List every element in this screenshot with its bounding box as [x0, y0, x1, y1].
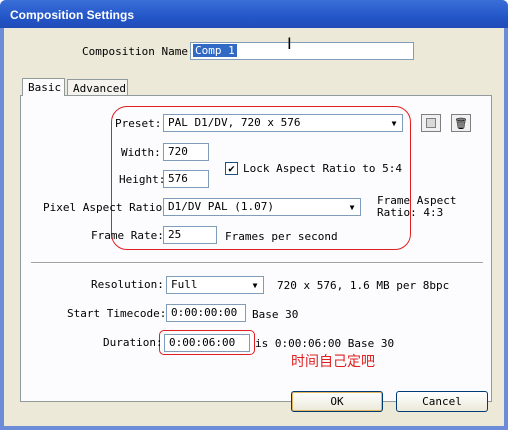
comp-name-input[interactable]: Comp 1 [190, 42, 414, 60]
chevron-down-icon: ▼ [344, 199, 360, 215]
resolution-info: 720 x 576, 1.6 MB per 8bpc [277, 279, 450, 292]
height-label: Height: [119, 173, 166, 186]
frame-rate-input[interactable]: 25 [163, 226, 217, 244]
preset-select[interactable]: PAL D1/DV, 720 x 576 ▼ [163, 114, 403, 132]
height-value: 576 [168, 172, 188, 185]
dialog-body: Composition Name: Comp 1 I Basic Advance… [4, 28, 504, 426]
preset-label: Preset: [115, 117, 162, 130]
tab-basic[interactable]: Basic [22, 78, 65, 96]
title-bar[interactable]: Composition Settings [0, 0, 508, 28]
start-timecode-base: Base 30 [252, 308, 299, 321]
lock-aspect-checkbox[interactable]: ✔ [225, 162, 238, 175]
frame-rate-label: Frame Rate: [91, 229, 164, 242]
preset-value: PAL D1/DV, 720 x 576 [168, 116, 301, 129]
chevron-down-icon: ▼ [386, 115, 402, 131]
trash-icon: 🗑 [454, 116, 468, 130]
duration-info: is 0:00:06:00 Base 30 [255, 337, 395, 350]
dialog-window: Composition Settings Composition Name: C… [0, 0, 508, 430]
resolution-label: Resolution: [91, 278, 164, 291]
pixel-aspect-label: Pixel Aspect Ratio: [43, 201, 169, 214]
height-input[interactable]: 576 [163, 170, 209, 188]
text-cursor-icon: I [287, 34, 292, 53]
ok-button-label: OK [330, 395, 344, 408]
disk-icon [426, 118, 436, 128]
checkmark-icon: ✔ [228, 162, 235, 175]
tab-advanced-label: Advanced [73, 82, 126, 95]
frame-aspect-line2: Ratio: 4:3 [377, 206, 444, 219]
basic-tab-panel: Preset: PAL D1/DV, 720 x 576 ▼ 🗑 Width: … [20, 95, 492, 402]
start-timecode-label: Start Timecode: [67, 307, 167, 320]
lock-aspect-label: Lock Aspect Ratio to 5:4 [243, 162, 402, 175]
duration-label: Duration: [103, 336, 163, 349]
duration-input[interactable]: 0:00:06:00 [164, 334, 250, 352]
cancel-button-label: Cancel [422, 395, 462, 408]
width-label: Width: [121, 146, 161, 159]
comp-name-value: Comp 1 [193, 44, 237, 57]
resolution-select[interactable]: Full ▼ [166, 276, 264, 294]
start-timecode-value: 0:00:00:00 [171, 306, 238, 319]
section-divider [31, 262, 483, 264]
tab-basic-label: Basic [28, 81, 62, 94]
pixel-aspect-select[interactable]: D1/DV PAL (1.07) ▼ [163, 198, 361, 216]
save-preset-button[interactable] [421, 114, 441, 132]
chevron-down-icon: ▼ [247, 277, 263, 293]
resolution-value: Full [171, 278, 198, 291]
pixel-aspect-value: D1/DV PAL (1.07) [168, 200, 274, 213]
ok-button[interactable]: OK [291, 391, 383, 412]
duration-value: 0:00:06:00 [169, 336, 236, 349]
frame-rate-value: 25 [168, 228, 182, 241]
cancel-button[interactable]: Cancel [396, 391, 488, 412]
comp-name-label: Composition Name: [82, 45, 195, 58]
width-input[interactable]: 720 [163, 143, 209, 161]
width-value: 720 [168, 145, 188, 158]
start-timecode-input[interactable]: 0:00:00:00 [166, 304, 246, 322]
annotation-text: 时间自己定吧 [291, 354, 375, 370]
frame-rate-suffix: Frames per second [225, 230, 338, 243]
delete-preset-button[interactable]: 🗑 [451, 114, 471, 132]
window-title: Composition Settings [10, 8, 134, 22]
